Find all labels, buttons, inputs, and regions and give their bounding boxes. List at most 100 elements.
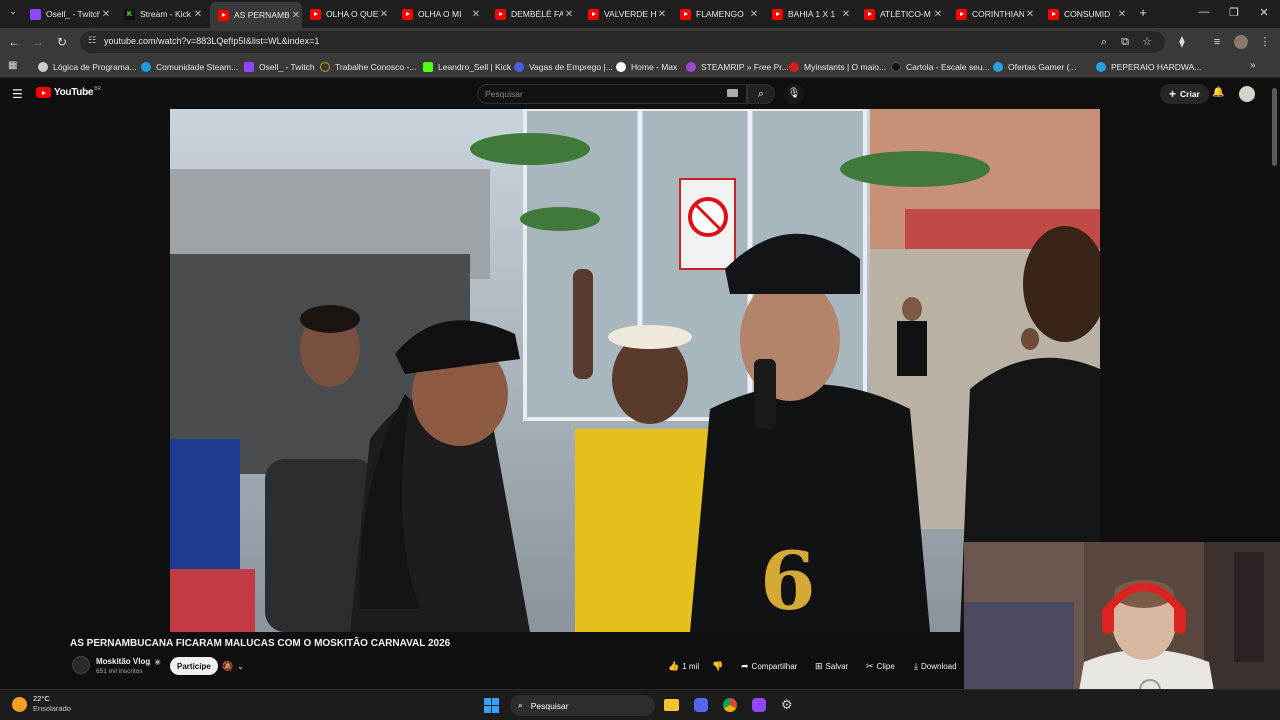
youtube-icon [218,9,229,21]
tab-1[interactable]: Osell_ - Twitch ✕ [30,4,112,24]
apps-grid-icon[interactable]: ▦ [8,60,17,71]
discord-icon[interactable] [694,698,708,712]
tab-2[interactable]: K Stream - Kick ✕ [124,4,204,24]
video-player[interactable]: 6 [170,109,1100,632]
minimize-icon[interactable]: — [1196,6,1212,18]
close-tab-icon[interactable]: ✕ [192,9,204,20]
page-scrollbar[interactable] [1272,88,1277,166]
svg-text:6: 6 [760,534,816,628]
tab-8[interactable]: FLAMENGO ✕ [680,4,760,24]
kick-icon: K [124,8,135,20]
download-button[interactable]: ⤓ Download [914,657,957,675]
close-tab-icon[interactable]: ✕ [748,9,760,20]
extensions-icon[interactable]: ⧫ [1175,34,1189,50]
forward-icon[interactable]: → [30,34,46,50]
clip-button[interactable]: ✂ Clipe [866,657,895,675]
subscribed-button[interactable]: 🔕 ⌄ [218,657,248,675]
close-tab-icon[interactable]: ✕ [1024,9,1036,20]
hamburger-menu-icon[interactable]: ☰ [12,87,23,101]
close-tab-icon[interactable]: ✕ [563,9,575,20]
create-button[interactable]: + Criar [1160,84,1209,104]
new-tab-button[interactable]: + [1136,5,1150,20]
keyboard-icon[interactable] [727,89,738,97]
bookmark-item[interactable]: Cartola - Escale seu... [891,60,990,74]
close-tab-icon[interactable]: ✕ [656,9,668,20]
weather-widget[interactable]: 22°C Ensolarado [12,694,71,714]
twitch-app-icon[interactable] [752,698,766,712]
bookmark-favicon [423,62,433,72]
chevron-down-icon: ⌄ [237,661,244,671]
bookmark-item[interactable]: Leandro_Sell | Kick [423,60,511,74]
tab-12[interactable]: CONSUMID ✕ [1048,4,1128,24]
taskbar-search[interactable]: ⌕ Pesquisar [510,695,655,716]
bookmark-item[interactable]: Comunidade Steam... [141,60,238,74]
site-info-icon[interactable]: ☷ [88,35,96,46]
browser-menu-icon[interactable]: ⋮ [1258,34,1272,50]
restore-icon[interactable]: ❐ [1226,6,1242,19]
bookmark-item[interactable]: PEPERAIO HARDWA... [1096,60,1201,74]
notifications-bell-icon[interactable]: 🔔 [1212,87,1224,98]
channel-name[interactable]: Moskitão Vlog ◉ [96,657,161,666]
close-tab-icon[interactable]: ✕ [1116,9,1128,20]
tab-5[interactable]: OLHA O MI ✕ [402,4,482,24]
cast-icon[interactable]: ⧉ [1118,34,1132,50]
bookmark-star-icon[interactable]: ☆ [1140,34,1154,50]
dislike-button[interactable]: 👎 [712,657,723,675]
video-frame: 6 [170,109,1100,632]
profile-avatar[interactable] [1234,35,1248,49]
twitch-icon [30,8,41,20]
reload-icon[interactable]: ↻ [54,34,70,50]
tab-6[interactable]: DEMBÉLÉ FA ✕ [495,4,575,24]
bookmark-favicon [1096,62,1106,72]
like-button[interactable]: 👍 1 mil [668,657,699,675]
close-tab-icon[interactable]: ✕ [378,9,390,20]
bookmark-item[interactable]: Myinstants | O maio... [789,60,886,74]
tab-11[interactable]: CORINTHIAN ✕ [956,4,1036,24]
bookmark-item[interactable]: Trabalhe Conosco -... [320,60,416,74]
close-tab-icon[interactable]: ✕ [840,9,852,20]
address-bar[interactable]: ☷ youtube.com/watch?v=883LQefIp5I&list=W… [80,31,1165,53]
close-tab-icon[interactable]: ✕ [290,10,302,21]
tab-search-button[interactable]: ⌄ [6,6,20,20]
bookmark-favicon [616,62,626,72]
bookmark-item[interactable]: Vagas de Emprego |... [514,60,613,74]
reading-list-icon[interactable]: ≡ [1210,34,1224,50]
close-window-icon[interactable]: ✕ [1256,6,1272,19]
bookmark-item[interactable]: STEAMRIP » Free Pr... [686,60,789,74]
settings-gear-icon[interactable]: ⚙ [781,697,793,713]
tab-9[interactable]: BAHIA 1 X 1 ✕ [772,4,852,24]
bookmark-favicon [789,62,799,72]
save-button[interactable]: ⊞ Salvar [815,657,848,675]
account-avatar[interactable] [1239,86,1255,102]
tab-10[interactable]: ATLÉTICO-M ✕ [864,4,944,24]
search-button[interactable]: ⌕ [747,84,775,104]
youtube-logo-icon [36,87,51,98]
channel-avatar[interactable] [72,656,90,674]
file-explorer-icon[interactable] [664,699,679,711]
bookmark-item[interactable]: Home - Max [616,60,677,74]
close-tab-icon[interactable]: ✕ [932,9,944,20]
youtube-logo[interactable]: YouTube BR [36,86,101,98]
weather-sun-icon [12,696,27,712]
tab-title: FLAMENGO [696,9,744,19]
zoom-icon[interactable]: ⌕ [1097,34,1111,50]
voice-search-button[interactable]: 🎙 [784,84,804,104]
youtube-icon [864,8,875,20]
close-tab-icon[interactable]: ✕ [100,9,112,20]
join-button[interactable]: Participe [170,657,218,675]
windows-taskbar: 22°C Ensolarado ⌕ Pesquisar ⚙ [0,689,1280,720]
bookmark-item[interactable]: Ofertas Gamer (... [993,60,1077,74]
close-tab-icon[interactable]: ✕ [470,9,482,20]
more-bookmarks-icon[interactable]: » [1250,60,1256,71]
tab-4[interactable]: OLHA O QUE ✕ [310,4,390,24]
search-input[interactable]: Pesquisar [477,84,747,104]
bookmark-item[interactable]: Lógica de Programa... [38,60,137,74]
start-button[interactable] [484,698,499,713]
bookmark-item[interactable]: Osell_ - Twitch [244,60,315,74]
tab-3-active[interactable]: AS PERNAMBUCANA ✕ [210,2,302,28]
tab-7[interactable]: VALVERDE H ✕ [588,4,668,24]
back-icon[interactable]: ← [6,34,22,50]
share-button[interactable]: ➦ Compartilhar [741,657,797,675]
chrome-icon[interactable] [723,698,737,712]
tab-title: CORINTHIAN [972,9,1024,19]
